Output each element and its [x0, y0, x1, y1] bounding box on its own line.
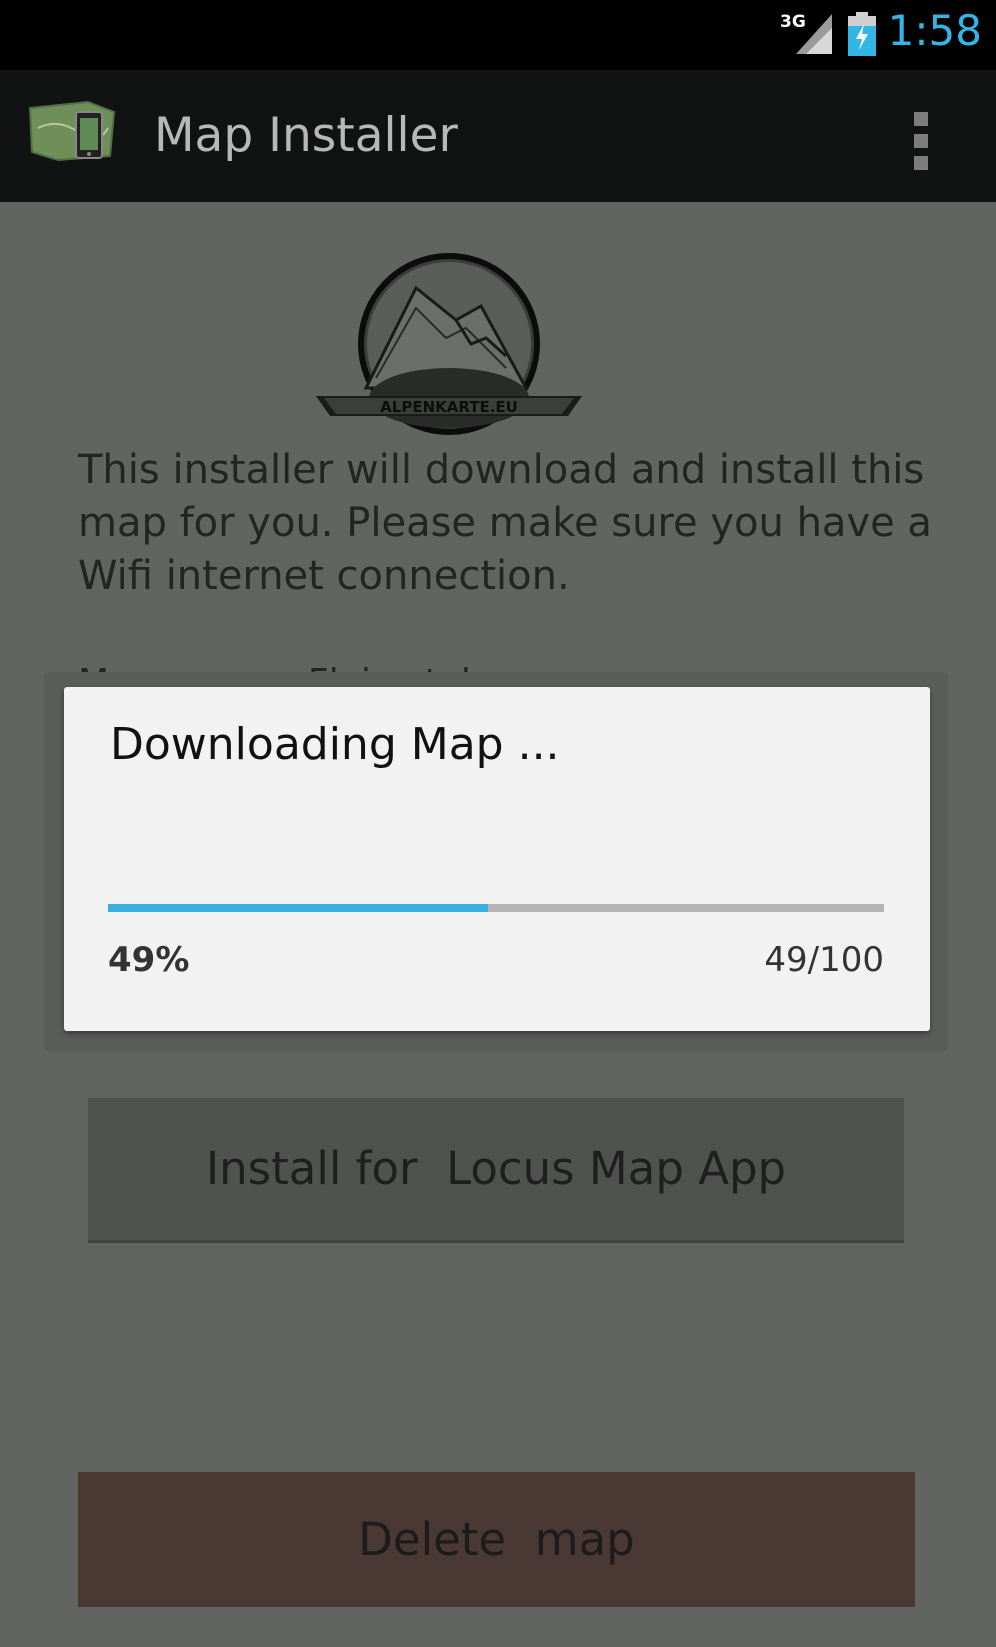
progress-percent: 49%	[108, 940, 190, 980]
delete-map-button[interactable]: Delete map	[78, 1472, 915, 1607]
signal-icon	[796, 14, 832, 54]
intro-text: This installer will download and install…	[78, 447, 932, 599]
app-title: Map Installer	[154, 108, 458, 163]
progress-bar	[108, 904, 884, 912]
dialog-title: Downloading Map ...	[110, 719, 560, 770]
install-locus-button[interactable]: Install for Locus Map App	[88, 1098, 904, 1243]
overflow-menu-icon[interactable]	[906, 104, 936, 174]
map-phone-icon[interactable]	[28, 98, 120, 178]
progress-count: 49/100	[764, 940, 884, 980]
battery-charging-icon	[848, 12, 876, 56]
action-bar: Map Installer	[0, 70, 996, 202]
progress-dialog: Downloading Map ... 49% 49/100	[64, 687, 930, 1031]
alpenkarte-logo: ALPENKARTE.EU	[316, 253, 582, 435]
progress-bar-fill	[108, 904, 489, 912]
status-bar: 3G 1:58	[0, 0, 996, 70]
logo-text: ALPENKARTE.EU	[380, 398, 518, 416]
clock: 1:58	[887, 6, 982, 55]
